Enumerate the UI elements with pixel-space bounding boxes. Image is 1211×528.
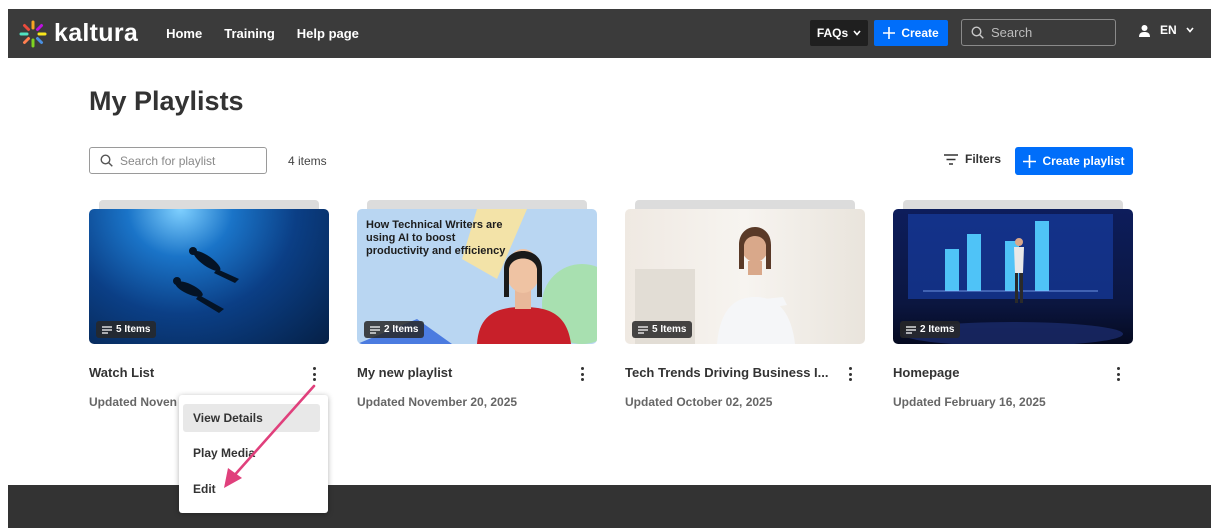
create-button[interactable]: Create xyxy=(874,20,948,46)
menu-item-play-media[interactable]: Play Media xyxy=(193,446,255,460)
items-count-label: 2 Items xyxy=(384,324,419,335)
thumbnail-caption: How Technical Writers are using AI to bo… xyxy=(366,219,506,257)
items-badge: 2 Items xyxy=(364,321,425,338)
playlist-card: 5 Items Tech Trends Driving Business I..… xyxy=(625,200,865,409)
playlist-title[interactable]: My new playlist xyxy=(357,365,567,380)
create-label: Create xyxy=(901,26,939,40)
global-search-input[interactable]: Search xyxy=(961,19,1116,46)
plus-icon xyxy=(883,27,896,39)
playlist-icon xyxy=(370,325,380,334)
playlist-thumbnail[interactable]: How Technical Writers are using AI to bo… xyxy=(357,200,597,345)
search-icon xyxy=(971,26,984,39)
playlist-thumbnail[interactable]: 2 Items xyxy=(893,200,1133,345)
playlist-icon xyxy=(102,325,112,334)
more-options-icon[interactable] xyxy=(575,365,589,383)
plus-icon xyxy=(1023,154,1037,168)
faqs-label: FAQs xyxy=(816,26,849,40)
kaltura-logo[interactable]: kaltura xyxy=(18,19,138,49)
items-badge: 5 Items xyxy=(96,321,157,338)
filters-label: Filters xyxy=(965,152,1002,166)
kaltura-logo-icon xyxy=(19,20,47,47)
playlist-actions-menu: View Details Play Media Edit xyxy=(179,395,328,513)
more-options-icon[interactable] xyxy=(1111,365,1125,383)
playlist-title[interactable]: Watch List xyxy=(89,365,299,380)
menu-item-edit[interactable]: Edit xyxy=(193,482,216,496)
menu-item-view-details[interactable]: View Details xyxy=(183,404,320,432)
nav-training-link[interactable]: Training xyxy=(224,26,275,41)
playlist-card: 2 Items Homepage Updated February 16, 20… xyxy=(893,200,1133,409)
playlist-icon xyxy=(906,325,916,334)
brand-name: kaltura xyxy=(54,19,139,47)
more-options-icon[interactable] xyxy=(843,365,857,383)
language-label: EN xyxy=(1160,23,1177,37)
items-count: 4 items xyxy=(288,154,327,168)
search-icon xyxy=(100,154,113,167)
playlist-title[interactable]: Homepage xyxy=(893,365,1103,380)
playlist-thumbnail[interactable]: 5 Items xyxy=(625,200,865,345)
playlist-card: How Technical Writers are using AI to bo… xyxy=(357,200,597,409)
filter-icon xyxy=(944,153,958,165)
chevron-down-icon xyxy=(853,30,861,36)
user-menu[interactable]: EN xyxy=(1138,23,1194,37)
nav-help-link[interactable]: Help page xyxy=(297,26,359,41)
playlist-card: 5 Items Watch List Updated Noven xyxy=(89,200,329,409)
create-playlist-label: Create playlist xyxy=(1042,154,1125,168)
faqs-dropdown-button[interactable]: FAQs xyxy=(810,20,868,46)
items-badge: 5 Items xyxy=(632,321,693,338)
items-count-label: 2 Items xyxy=(920,324,955,335)
updated-date: Updated November 20, 2025 xyxy=(357,395,518,409)
nav-links: Home Training Help page xyxy=(166,26,359,41)
items-badge: 2 Items xyxy=(900,321,961,338)
chevron-down-icon xyxy=(1186,27,1194,33)
updated-date: Updated February 16, 2025 xyxy=(893,395,1046,409)
filters-button[interactable]: Filters xyxy=(944,152,1001,166)
playlist-title[interactable]: Tech Trends Driving Business I... xyxy=(625,365,835,380)
user-icon xyxy=(1139,24,1150,37)
page-title: My Playlists xyxy=(89,86,244,116)
playlist-search-placeholder: Search for playlist xyxy=(120,153,216,168)
items-count-label: 5 Items xyxy=(116,324,151,335)
items-count-label: 5 Items xyxy=(652,324,687,335)
nav-home-link[interactable]: Home xyxy=(166,26,202,41)
create-playlist-button[interactable]: Create playlist xyxy=(1015,147,1133,175)
playlist-thumbnail[interactable]: 5 Items xyxy=(89,200,329,345)
updated-date: Updated October 02, 2025 xyxy=(625,395,773,409)
playlist-search-input[interactable]: Search for playlist xyxy=(89,147,267,174)
global-search-placeholder: Search xyxy=(991,25,1033,40)
playlist-icon xyxy=(638,325,648,334)
top-navigation-bar: kaltura Home Training Help page FAQs Cre… xyxy=(8,9,1211,58)
more-options-icon[interactable] xyxy=(307,365,321,383)
